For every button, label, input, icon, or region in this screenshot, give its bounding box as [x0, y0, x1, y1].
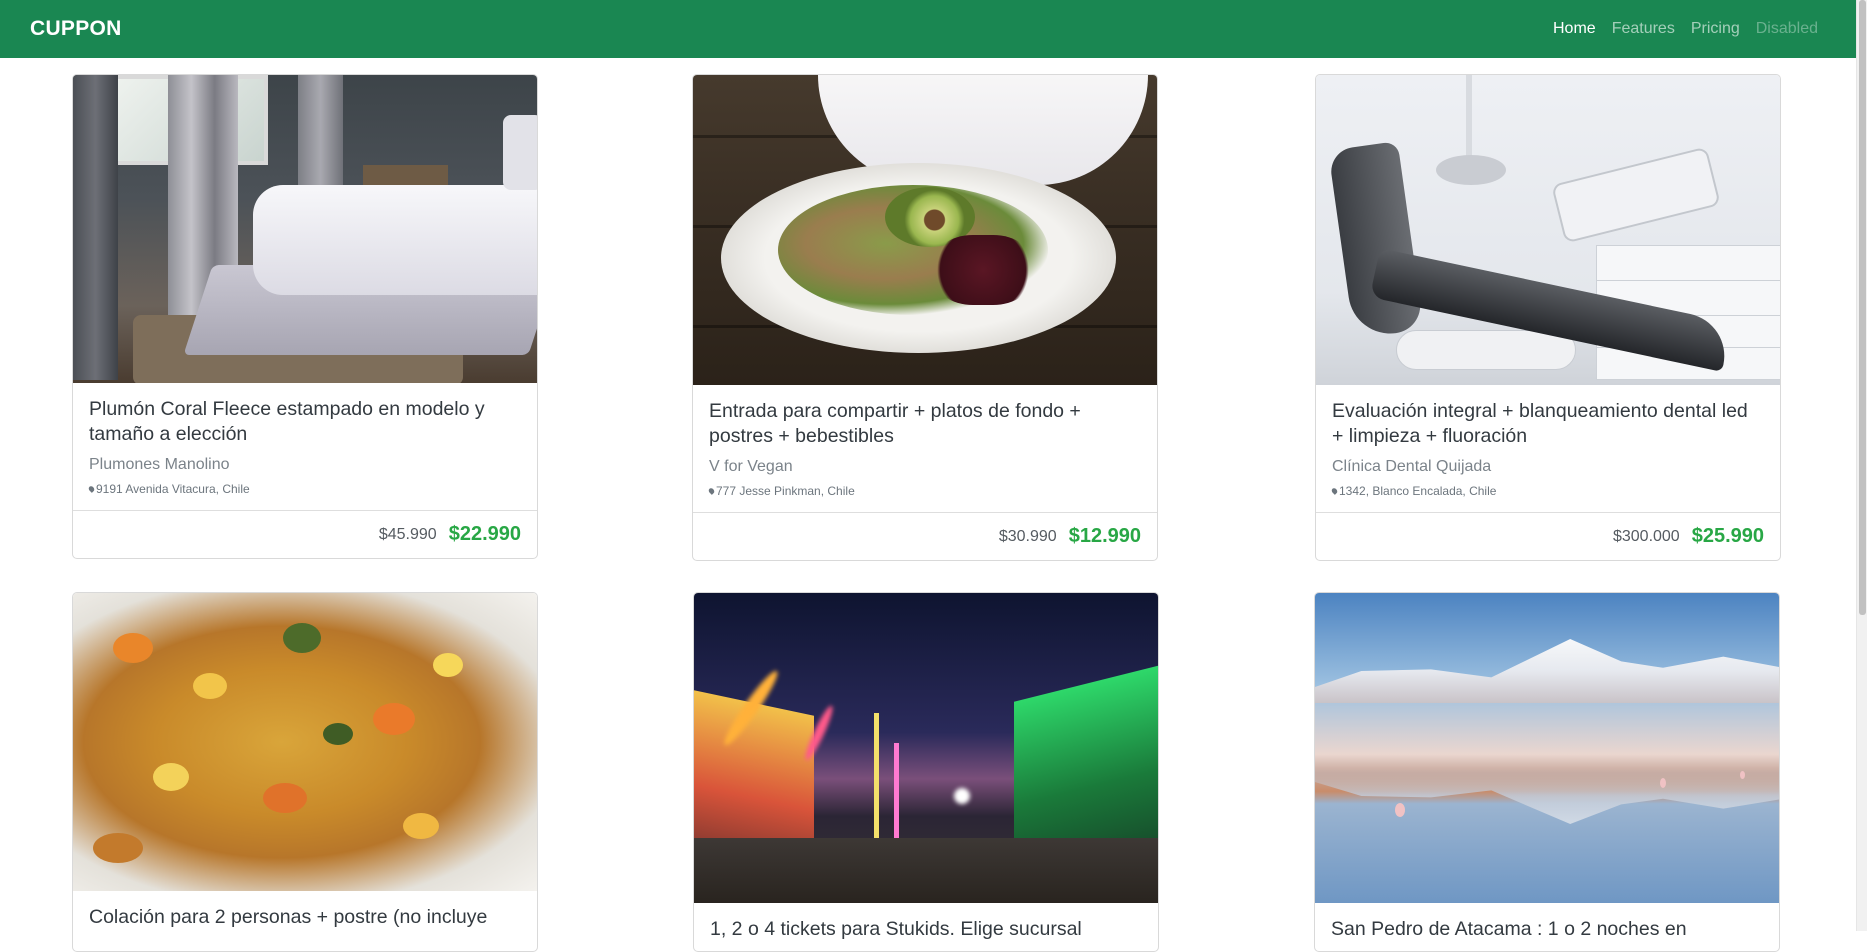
deal-title[interactable]: Entrada para compartir + platos de fondo…: [709, 399, 1141, 449]
deal-title[interactable]: 1, 2 o 4 tickets para Stukids. Elige suc…: [710, 917, 1142, 942]
merchant-name: Plumones Manolino: [89, 456, 230, 473]
map-pin-icon: [707, 487, 716, 495]
location-text: 9191 Avenida Vitacura, Chile: [96, 482, 250, 496]
old-price: $30.990: [998, 527, 1057, 545]
card-body: Evaluación integral + blanqueamiento den…: [1316, 385, 1780, 512]
card-body: 1, 2 o 4 tickets para Stukids. Elige suc…: [694, 903, 1158, 951]
new-price: $25.990: [1691, 525, 1764, 547]
new-price: $12.990: [1068, 525, 1141, 547]
card-footer: $45.990 $22.990: [73, 510, 537, 558]
page-scrollbar[interactable]: [1856, 0, 1867, 931]
deal-title[interactable]: San Pedro de Atacama : 1 o 2 noches en: [1331, 917, 1763, 942]
deal-title[interactable]: Evaluación integral + blanqueamiento den…: [1332, 399, 1764, 449]
map-pin-icon: [1330, 487, 1339, 495]
deal-card[interactable]: Evaluación integral + blanqueamiento den…: [1315, 74, 1781, 561]
deal-title[interactable]: Plumón Coral Fleece estampado en modelo …: [89, 397, 521, 447]
deal-image[interactable]: [1315, 593, 1779, 903]
card-body: San Pedro de Atacama : 1 o 2 noches en: [1315, 903, 1779, 951]
deal-card[interactable]: 1, 2 o 4 tickets para Stukids. Elige suc…: [693, 592, 1159, 952]
deal-image[interactable]: [693, 75, 1157, 385]
location-text: 777 Jesse Pinkman, Chile: [716, 484, 855, 498]
deal-image[interactable]: [73, 593, 537, 891]
old-price: $45.990: [378, 525, 437, 543]
new-price: $22.990: [448, 523, 521, 545]
deal-image[interactable]: [73, 75, 537, 383]
brand-logo[interactable]: CUPPON: [30, 17, 122, 41]
deal-card[interactable]: Entrada para compartir + platos de fondo…: [692, 74, 1158, 561]
nav-link-pricing[interactable]: Pricing: [1683, 20, 1748, 38]
nav-link-features[interactable]: Features: [1604, 20, 1683, 38]
deal-title[interactable]: Colación para 2 personas + postre (no in…: [89, 905, 521, 930]
card-footer: $30.990 $12.990: [693, 512, 1157, 560]
scrollbar-thumb[interactable]: [1859, 0, 1866, 615]
deal-card[interactable]: Plumón Coral Fleece estampado en modelo …: [72, 74, 538, 559]
merchant-name: Clínica Dental Quijada: [1332, 458, 1492, 475]
deal-location: 1342, Blanco Encalada, Chile: [1330, 484, 1764, 498]
deal-card[interactable]: Colación para 2 personas + postre (no in…: [72, 592, 538, 952]
card-body: Colación para 2 personas + postre (no in…: [73, 891, 537, 940]
deal-location: 9191 Avenida Vitacura, Chile: [87, 482, 521, 496]
deal-location: 777 Jesse Pinkman, Chile: [707, 484, 1141, 498]
card-body: Entrada para compartir + platos de fondo…: [693, 385, 1157, 512]
nav-links: Home Features Pricing Disabled: [1545, 20, 1826, 38]
old-price: $300.000: [1612, 527, 1680, 545]
card-body: Plumón Coral Fleece estampado en modelo …: [73, 383, 537, 510]
deal-image[interactable]: [694, 593, 1158, 903]
map-pin-icon: [87, 485, 96, 493]
card-footer: $300.000 $25.990: [1316, 512, 1780, 560]
nav-link-home[interactable]: Home: [1545, 20, 1604, 38]
deal-card[interactable]: San Pedro de Atacama : 1 o 2 noches en: [1314, 592, 1780, 952]
navbar: CUPPON Home Features Pricing Disabled: [0, 0, 1856, 58]
nav-link-disabled: Disabled: [1755, 20, 1818, 37]
deal-image[interactable]: [1316, 75, 1780, 385]
merchant-name: V for Vegan: [709, 458, 793, 475]
location-text: 1342, Blanco Encalada, Chile: [1339, 484, 1497, 498]
